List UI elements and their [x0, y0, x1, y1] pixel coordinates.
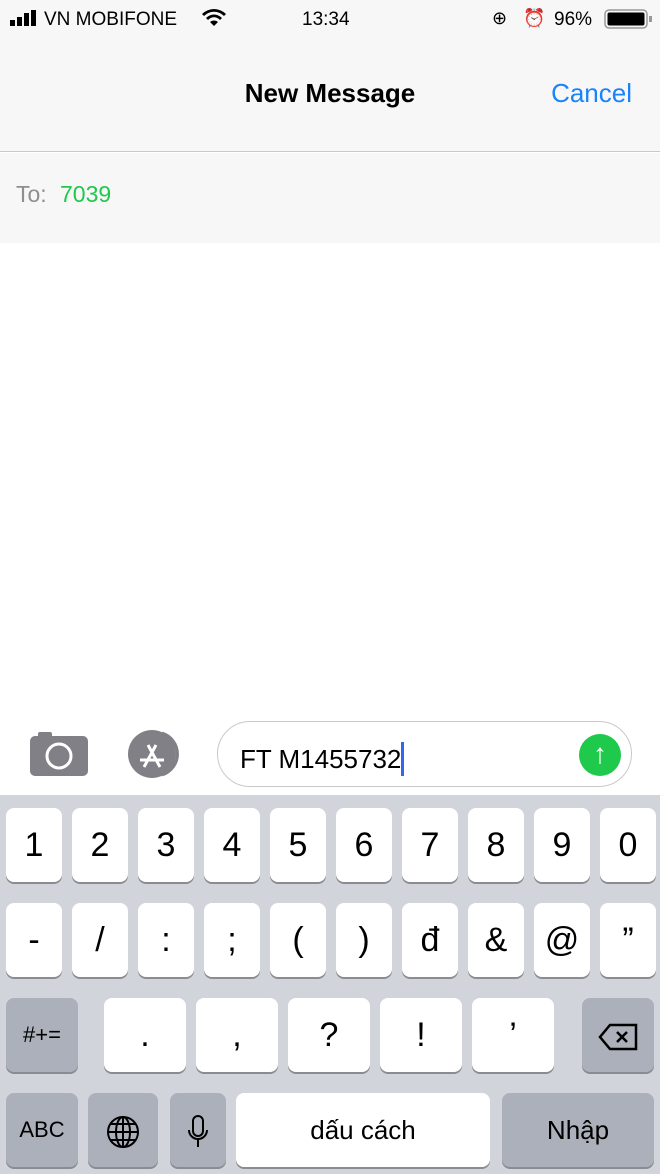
key-3[interactable]: 3: [138, 808, 194, 882]
key-8[interactable]: 8: [468, 808, 524, 882]
key-punctuation[interactable]: ,: [196, 998, 278, 1072]
send-button[interactable]: ↑: [579, 734, 621, 776]
alarm-icon: ⏰: [523, 8, 546, 28]
key-4[interactable]: 4: [204, 808, 260, 882]
key-0[interactable]: 0: [600, 808, 656, 882]
battery-percent: 96%: [554, 9, 593, 30]
key-6[interactable]: 6: [336, 808, 392, 882]
key-symbol[interactable]: @: [534, 903, 590, 977]
composer-bar: FT M1455732 ↑: [0, 715, 660, 795]
message-input[interactable]: FT M1455732 ↑: [217, 721, 632, 787]
key-1[interactable]: 1: [6, 808, 62, 882]
cancel-button[interactable]: Cancel: [551, 78, 632, 109]
app-store-icon[interactable]: [124, 729, 188, 784]
carrier: VN MOBIFONE: [44, 9, 178, 30]
key-punctuation[interactable]: ’: [472, 998, 554, 1072]
recipient-field[interactable]: To: 7039: [0, 153, 660, 243]
dictation-key[interactable]: [170, 1093, 226, 1167]
key-symbol[interactable]: &: [468, 903, 524, 977]
key-symbol[interactable]: ;: [204, 903, 260, 977]
text-caret: [401, 742, 405, 776]
delete-icon: [598, 1016, 638, 1054]
symbols-key[interactable]: #+=: [6, 998, 78, 1072]
globe-icon: [105, 1111, 141, 1149]
wifi-icon: [202, 8, 226, 32]
key-punctuation[interactable]: ?: [288, 998, 370, 1072]
space-key[interactable]: dấu cách: [236, 1093, 490, 1167]
recipient[interactable]: 7039: [60, 181, 111, 208]
to-label: To:: [16, 181, 47, 207]
key-symbol[interactable]: ): [336, 903, 392, 977]
key-9[interactable]: 9: [534, 808, 590, 882]
globe-key[interactable]: [88, 1093, 158, 1167]
message-text: FT M1455732: [240, 744, 402, 774]
status-bar: VN MOBIFONE 13:34 ⊕ ⏰ 96%: [0, 0, 660, 40]
return-key[interactable]: Nhập: [502, 1093, 654, 1167]
battery-icon: [604, 9, 654, 35]
navigation-bar: New Message Cancel: [0, 40, 660, 152]
key-symbol[interactable]: /: [72, 903, 128, 977]
key-punctuation[interactable]: !: [380, 998, 462, 1072]
key-symbol[interactable]: -: [6, 903, 62, 977]
key-7[interactable]: 7: [402, 808, 458, 882]
arrow-up-icon: ↑: [593, 738, 607, 769]
microphone-icon: [186, 1111, 210, 1149]
key-symbol[interactable]: :: [138, 903, 194, 977]
signal-icon: [10, 10, 40, 32]
camera-icon[interactable]: [30, 730, 88, 783]
key-symbol[interactable]: ”: [600, 903, 656, 977]
abc-key[interactable]: ABC: [6, 1093, 78, 1167]
key-5[interactable]: 5: [270, 808, 326, 882]
key-symbol[interactable]: đ: [402, 903, 458, 977]
key-punctuation[interactable]: .: [104, 998, 186, 1072]
key-2[interactable]: 2: [72, 808, 128, 882]
key-symbol[interactable]: (: [270, 903, 326, 977]
keyboard: 1 -2 /3:4; 5 (6) 7 đ 8 & 9 @0 ” #+=.,?!’ ABC dấu cách N…: [0, 795, 660, 1174]
time: 13:34: [302, 9, 350, 30]
rotation-lock-icon: ⊕: [492, 8, 508, 28]
backspace-key[interactable]: [582, 998, 654, 1072]
